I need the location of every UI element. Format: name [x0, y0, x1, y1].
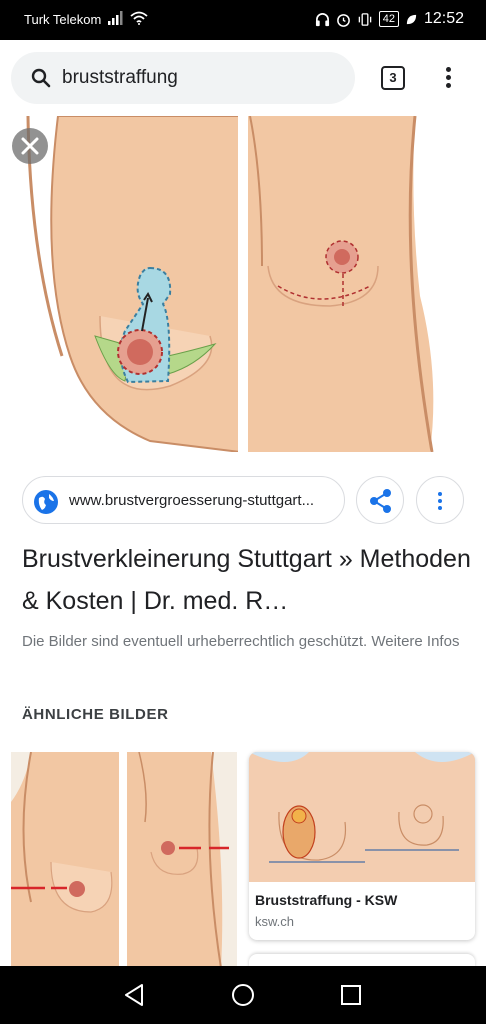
- source-row: www.brustvergroesserung-stuttgart...: [0, 470, 486, 530]
- carrier-name: Turk Telekom: [24, 12, 102, 27]
- similar-illustration-2: [249, 752, 475, 882]
- similar-image-2[interactable]: Bruststraffung - KSW ksw.ch: [249, 752, 475, 940]
- similar-illustration-1: [11, 752, 237, 968]
- alarm-icon: [336, 13, 350, 27]
- source-url: www.brustvergroesserung-stuttgart...: [69, 492, 315, 509]
- similar-image-1[interactable]: [11, 752, 237, 968]
- share-icon: [370, 489, 391, 513]
- wifi-icon: [130, 11, 148, 25]
- preview-image[interactable]: [0, 116, 486, 452]
- signal-icon: [108, 11, 123, 25]
- signal-indicators: [108, 11, 148, 25]
- home-icon[interactable]: [230, 982, 256, 1008]
- battery-level: 42: [378, 11, 399, 27]
- more-vert-icon: [438, 489, 442, 513]
- similar-images-heading: ÄHNLICHE BILDER: [22, 706, 169, 723]
- globe-icon: [34, 490, 58, 514]
- search-header: bruststraffung 3: [0, 40, 486, 116]
- visit-site-button[interactable]: www.brustvergroesserung-stuttgart...: [22, 476, 345, 524]
- search-box[interactable]: bruststraffung: [11, 52, 355, 104]
- share-button[interactable]: [356, 476, 404, 524]
- result-title[interactable]: Brustverkleinerung Stuttgart » Methoden …: [22, 538, 472, 622]
- similar-domain: ksw.ch: [255, 914, 295, 929]
- vibrate-icon: [358, 12, 371, 26]
- close-icon[interactable]: [12, 128, 48, 164]
- similar-caption: Bruststraffung - KSW: [255, 892, 398, 908]
- system-nav-bar: [0, 966, 486, 1024]
- copyright-notice: Die Bilder sind eventuell urheberrechtli…: [22, 633, 460, 650]
- breast-lift-illustration: [0, 116, 486, 452]
- similar-image-2-thumb: [249, 752, 475, 882]
- leaf-icon: [406, 14, 417, 24]
- tab-switcher-icon[interactable]: 3: [381, 66, 405, 90]
- recents-icon[interactable]: [338, 982, 364, 1008]
- headphones-icon: [315, 12, 329, 26]
- status-right: 42 12:52: [315, 10, 464, 28]
- status-bar: Turk Telekom 42 12:52: [0, 0, 486, 40]
- back-icon[interactable]: [122, 982, 148, 1008]
- more-vert-icon[interactable]: [436, 64, 460, 92]
- search-query[interactable]: bruststraffung: [62, 67, 178, 89]
- options-button[interactable]: [416, 476, 464, 524]
- search-icon: [31, 68, 51, 88]
- clock: 12:52: [423, 10, 464, 27]
